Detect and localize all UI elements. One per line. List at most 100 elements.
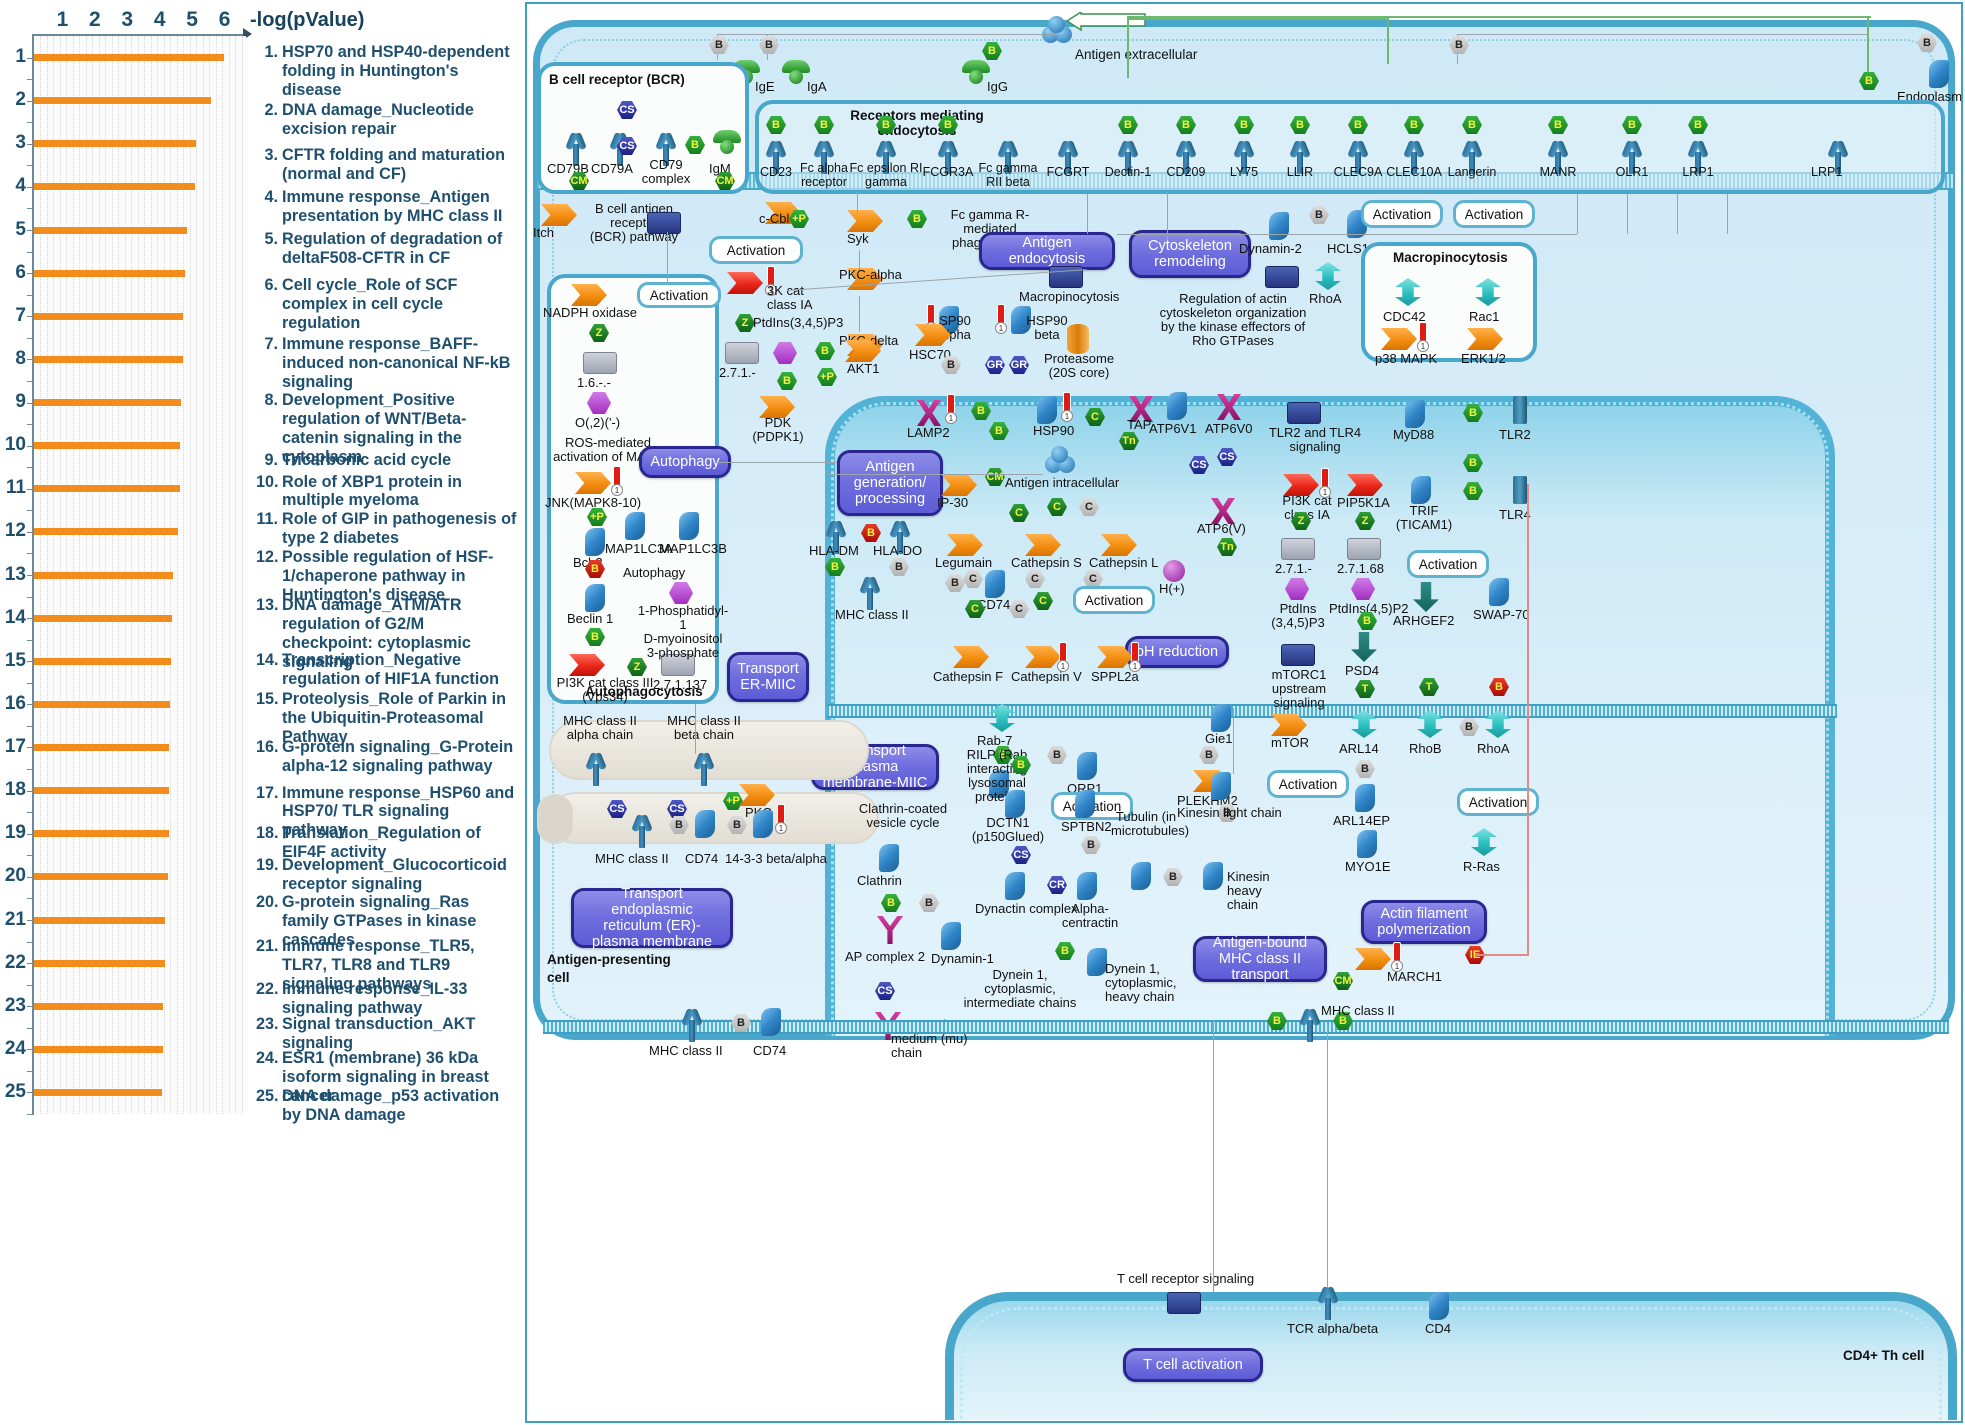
label-Kinesin-heavy-chain: Kinesin heavy chain xyxy=(1227,869,1270,913)
label-CD4: CD4 xyxy=(1425,1321,1452,1336)
label-Legumain: Legumain xyxy=(935,555,993,570)
enzyme-2-7-1 xyxy=(725,342,759,364)
y-tick-label: 21 xyxy=(4,908,26,930)
label-Cathepsin-F: Cathepsin F xyxy=(933,669,1004,684)
label-2-7-1-68: 2.7.1.68 xyxy=(1337,561,1384,576)
process-antigen-endocytosis[interactable]: Antigen endocytosis xyxy=(979,232,1115,270)
legend-item-number: 23. xyxy=(256,1015,279,1034)
label-PKC-alpha: PKC-alpha xyxy=(839,267,902,282)
label-14-3-3: 14-3-3 beta/alpha xyxy=(725,851,827,866)
dynein-heavy-icon xyxy=(1087,948,1107,976)
bar xyxy=(34,355,183,363)
legend-item-label: DNA damage_Nucleotide excision repair xyxy=(282,101,474,139)
label-R-Ras: R-Ras xyxy=(1463,859,1500,874)
y-tick-mark-minor xyxy=(27,941,34,943)
orp1-icon xyxy=(1077,752,1097,780)
activation-pill[interactable]: Activation xyxy=(637,282,721,308)
legend-item-number: 24. xyxy=(256,1048,279,1067)
label-RhoA-right: RhoA xyxy=(1477,741,1510,756)
label-superoxide: O(,2)('-) xyxy=(575,415,621,430)
y-tick-mark xyxy=(27,919,34,921)
label-HLA-DM: HLA-DM xyxy=(809,543,859,558)
grid-line xyxy=(241,36,243,1114)
process-actin-filament-polymerization[interactable]: Actin filament polymerization xyxy=(1361,900,1487,944)
label-ATP6V: ATP6(V) xyxy=(1197,521,1246,536)
y-tick-label: 11 xyxy=(5,477,26,499)
activation-pill[interactable]: Activation xyxy=(1073,586,1155,614)
label-Cathepsin-V: Cathepsin V xyxy=(1011,669,1082,684)
label-ATP6V1: ATP6V1 xyxy=(1149,421,1197,436)
legend-item-number: 6. xyxy=(264,276,278,295)
legend-item-number: 11. xyxy=(256,509,278,528)
label-antigen-extracellular: Antigen extracellular xyxy=(1075,47,1198,62)
grid-line xyxy=(196,36,198,1114)
legend-item: 23. Signal transduction_AKT signaling xyxy=(256,1015,518,1053)
activation-pill[interactable]: Activation xyxy=(1453,200,1535,228)
hsp90-icon xyxy=(1037,396,1057,424)
y-tick-mark-minor xyxy=(27,769,34,771)
tcr-alpha-beta-icon xyxy=(1317,1285,1339,1320)
trif-icon xyxy=(1411,476,1431,504)
activation-pill[interactable]: Activation xyxy=(1267,770,1349,798)
y-tick-mark-minor xyxy=(27,467,34,469)
legend-item-label: Development_Glucocorticoid receptor sign… xyxy=(282,855,507,893)
igm-icon xyxy=(713,130,741,154)
sptbn2-icon xyxy=(1075,790,1095,818)
y-tick-label: 1 xyxy=(15,46,26,68)
label-1-6: 1.6.-.- xyxy=(577,375,611,390)
y-tick-mark xyxy=(27,747,34,749)
y-tick-label: 15 xyxy=(4,649,26,671)
label-JNK: JNK(MAPK8-10) xyxy=(545,495,642,510)
label-CD74-er: CD74 xyxy=(685,851,719,866)
process-cytoskeleton-remodeling[interactable]: Cytoskeleton remodeling xyxy=(1129,230,1251,278)
thermometer-icon: 1 xyxy=(1391,942,1403,972)
label-receptors-box: Receptors mediating endocytosis xyxy=(850,108,984,138)
dynamin-2-icon xyxy=(1269,212,1289,240)
y-tick-mark-minor xyxy=(27,251,34,253)
cd74-icon xyxy=(985,570,1005,598)
connector xyxy=(717,462,837,463)
thermometer-icon: 1 xyxy=(1061,392,1073,422)
label-receptor-manr: MANR xyxy=(1539,165,1577,179)
legend-item-number: 17. xyxy=(256,783,279,802)
y-tick-mark-minor xyxy=(27,1027,34,1029)
grid-line xyxy=(176,36,178,1114)
connector xyxy=(827,474,1043,475)
bar xyxy=(34,873,168,881)
legend-item: 3. CFTR folding and maturation (normal an… xyxy=(256,146,518,184)
swap-70-icon xyxy=(1489,578,1509,606)
y-tick-mark-minor xyxy=(27,380,34,382)
y-tick-label: 24 xyxy=(4,1037,26,1059)
y-tick-mark-minor xyxy=(27,337,34,339)
route-line xyxy=(1127,16,1871,18)
antigen-intracellular-icon xyxy=(1045,446,1075,474)
connector xyxy=(1727,194,1728,234)
label-PDK: PDK (PDPK1) xyxy=(752,415,804,445)
label-NADPH-oxidase: NADPH oxidase xyxy=(543,305,637,320)
label-Dynamin-1: Dynamin-1 xyxy=(931,951,994,966)
activation-pill[interactable]: Activation xyxy=(709,236,803,264)
legend-item-number: 14. xyxy=(256,650,279,669)
label-SPPL2a: SPPL2a xyxy=(1091,669,1139,684)
y-tick-mark xyxy=(27,1092,34,1094)
label-receptor-lrp1: LRP1 xyxy=(1682,165,1714,179)
process-transport-er-miic[interactable]: Transport ER-MIIC xyxy=(727,652,809,702)
clathrin-icon xyxy=(879,844,899,872)
process-t-cell-activation[interactable]: T cell activation xyxy=(1123,1348,1263,1382)
mhc-class-ii-presenting-icon xyxy=(1299,1007,1321,1042)
y-tick-mark xyxy=(27,876,34,878)
label-RhoB: RhoB xyxy=(1409,741,1442,756)
label-ATP6V0: ATP6V0 xyxy=(1205,421,1253,436)
label-PIP5K1A: PIP5K1A xyxy=(1337,495,1390,510)
bar xyxy=(34,442,180,450)
y-axis-ticks: 1 2 3 4 5 6 7 8 9 10 11 12 13 14 15 16 17 18 19 20 21 22 23 24 2… xyxy=(0,36,30,1116)
activation-pill[interactable]: Activation xyxy=(1361,200,1443,228)
label-dynein-intermediate: Dynein 1, cytoplasmic, intermediate chain… xyxy=(963,967,1077,1011)
y-tick-mark-minor xyxy=(27,553,34,555)
process-antigen-generation-processing[interactable]: Antigen generation/ processing xyxy=(837,450,943,516)
activation-pill[interactable]: Activation xyxy=(1407,550,1489,578)
legend-item-label: Role of GIP in pathogenesis of type 2 di… xyxy=(282,509,517,547)
label-Cathepsin-L: Cathepsin L xyxy=(1089,555,1159,570)
process-transport-er-plasma-membrane[interactable]: Transport endoplasmic reticulum (ER)-pla… xyxy=(571,886,733,950)
label-Autophagy-node: Autophagy xyxy=(623,565,686,580)
